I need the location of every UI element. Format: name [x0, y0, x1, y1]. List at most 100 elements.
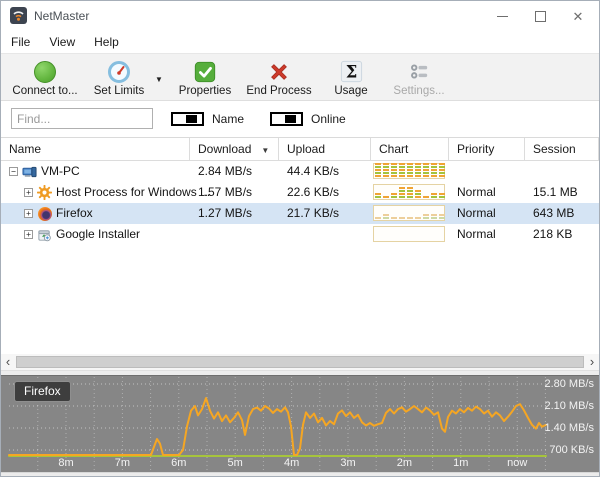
graph-process-label: Firefox: [14, 381, 71, 402]
mini-chart: [373, 163, 445, 179]
close-button[interactable]: ✕: [559, 1, 597, 31]
mini-chart-bar: [415, 217, 421, 219]
x-axis-label-now: now: [495, 457, 539, 469]
column-header-priority[interactable]: Priority: [449, 138, 525, 160]
upload-value: 21.7 KB/s: [287, 203, 339, 224]
mini-chart-bar: [423, 214, 429, 219]
table-row-host-process-for-windows[interactable]: +Host Process for Windows ...1.57 MB/s22…: [1, 182, 599, 203]
x-axis-label-3m: 3m: [326, 457, 370, 469]
app-window: NetMaster ✕ FileViewHelp Connect to...Se…: [0, 0, 600, 477]
filter-toggles: NameOnline: [171, 101, 346, 137]
filter-row: NameOnline: [1, 101, 599, 138]
mini-chart-bar: [399, 217, 405, 219]
session-value: 15.1 MB: [533, 182, 578, 203]
gear-icon: [37, 185, 52, 200]
mini-chart-bar: [439, 214, 445, 219]
table-row-vm-pc[interactable]: −VM-PC2.84 MB/s44.4 KB/s: [1, 161, 599, 182]
scroll-left-arrow[interactable]: ‹: [1, 354, 15, 370]
x-axis-label-6m: 6m: [157, 457, 201, 469]
mini-chart: [373, 226, 445, 242]
column-header-name[interactable]: Name: [1, 138, 190, 160]
mini-chart-bar: [439, 193, 445, 198]
properties-button[interactable]: Properties: [171, 57, 239, 97]
toggle-online[interactable]: [270, 112, 303, 126]
process-name: Host Process for Windows ...: [56, 182, 210, 203]
menu-item-help[interactable]: Help: [94, 35, 119, 49]
y-axis-label-700-kb-s: 700 KB/s: [549, 444, 594, 456]
mini-chart-bar: [431, 214, 437, 219]
maximize-button[interactable]: [521, 1, 559, 31]
tree-plus-toggle[interactable]: +: [24, 209, 33, 218]
mini-chart-bar: [375, 193, 381, 198]
table-row-firefox[interactable]: +Firefox1.27 MB/s21.7 KB/sNormal643 MB: [1, 203, 599, 224]
column-header-label: Download: [198, 142, 251, 156]
set-limits-dropdown-arrow[interactable]: ▼: [151, 57, 167, 101]
traffic-graph: Firefox 8m7m6m5m4m3m2m1mnow2.80 MB/s2.10…: [1, 375, 599, 472]
minimize-icon: [497, 16, 508, 17]
column-header-download[interactable]: Download ▼: [190, 138, 279, 160]
mini-chart-bar: [399, 187, 405, 198]
mini-chart-bar: [383, 214, 389, 219]
usage-button[interactable]: ΣUsage: [323, 57, 379, 97]
tree-minus-toggle[interactable]: −: [9, 167, 18, 176]
session-value: 218 KB: [533, 224, 572, 245]
mini-chart-bar: [415, 190, 421, 198]
properties-label: Properties: [179, 85, 231, 97]
scrollbar-thumb[interactable]: [16, 356, 584, 368]
set-limits-button[interactable]: Set Limits: [87, 57, 151, 97]
x-axis-label-7m: 7m: [100, 457, 144, 469]
scroll-right-arrow[interactable]: ›: [585, 354, 599, 370]
priority-value: Normal: [457, 224, 496, 245]
mini-chart-bar: [423, 196, 429, 198]
mini-chart-bar: [431, 163, 437, 177]
column-header-label: Upload: [287, 142, 325, 156]
process-name: Firefox: [56, 203, 93, 224]
mini-chart-bar: [391, 193, 397, 198]
menu-item-view[interactable]: View: [49, 35, 75, 49]
mini-chart-bar: [399, 163, 405, 177]
connect-to-button[interactable]: Connect to...: [5, 57, 85, 97]
tree-plus-toggle[interactable]: +: [24, 188, 33, 197]
tree-plus-toggle[interactable]: +: [24, 230, 33, 239]
column-header-label: Priority: [457, 142, 494, 156]
column-header-upload[interactable]: Upload: [279, 138, 371, 160]
menu-item-file[interactable]: File: [11, 35, 30, 49]
find-input[interactable]: [11, 108, 153, 129]
session-value: 643 MB: [533, 203, 574, 224]
set-limits-label: Set Limits: [94, 85, 145, 97]
column-header-label: Name: [9, 142, 41, 156]
mini-chart-bar: [431, 193, 437, 198]
upload-value: 44.4 KB/s: [287, 161, 339, 182]
priority-value: Normal: [457, 182, 496, 203]
upload-value: 22.6 KB/s: [287, 182, 339, 203]
horizontal-scrollbar[interactable]: ‹ ›: [1, 354, 599, 370]
mini-chart-bar: [383, 196, 389, 198]
column-header-chart[interactable]: Chart: [371, 138, 449, 160]
usage-label: Usage: [334, 85, 367, 97]
mini-chart-bar: [375, 217, 381, 219]
close-icon: ✕: [573, 10, 584, 23]
connect-icon: [32, 58, 58, 85]
x-axis-label-5m: 5m: [213, 457, 257, 469]
y-axis-label-2-80-mb-s: 2.80 MB/s: [544, 378, 594, 390]
connect-to-label: Connect to...: [12, 85, 77, 97]
column-header-label: Chart: [379, 142, 408, 156]
column-header-session[interactable]: Session: [525, 138, 599, 160]
x-axis-label-4m: 4m: [270, 457, 314, 469]
y-axis-label-2-10-mb-s: 2.10 MB/s: [544, 400, 594, 412]
mini-chart-bar: [407, 217, 413, 219]
settings-icon: [407, 58, 432, 85]
table-row-google-installer[interactable]: + Google Installer Normal 218 KB: [1, 224, 599, 245]
usage-icon: Σ: [339, 58, 364, 85]
end-process-button[interactable]: End Process: [243, 57, 315, 97]
maximize-icon: [535, 11, 546, 22]
mini-chart-bar: [415, 163, 421, 177]
process-name: Google Installer: [56, 224, 140, 245]
x-axis-label-2m: 2m: [382, 457, 426, 469]
app-icon: [10, 7, 27, 24]
toggle-knob: [186, 115, 197, 123]
computer-icon: [22, 164, 37, 179]
minimize-button[interactable]: [483, 1, 521, 31]
toggle-name[interactable]: [171, 112, 204, 126]
sort-desc-icon: ▼: [261, 146, 269, 155]
